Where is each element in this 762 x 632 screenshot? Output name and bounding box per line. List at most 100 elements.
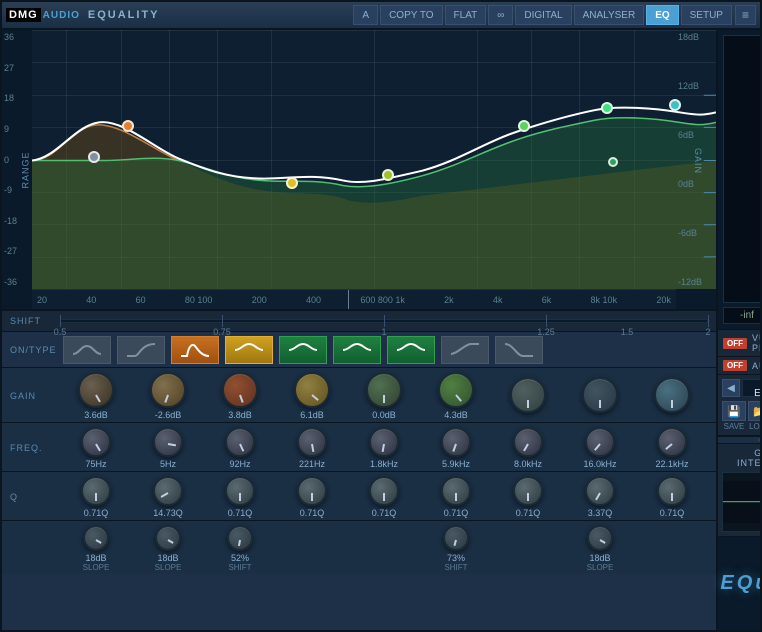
freq-knob-5[interactable] bbox=[369, 427, 399, 457]
gain-knob-2[interactable] bbox=[150, 372, 186, 408]
gain-q-display[interactable] bbox=[722, 472, 760, 532]
freq-knob-4[interactable] bbox=[297, 427, 327, 457]
gain-knob-9[interactable] bbox=[654, 377, 690, 413]
q-knob-group-7: 0.71Q bbox=[492, 476, 564, 518]
btn-a[interactable]: A bbox=[353, 5, 378, 25]
band-btn-6[interactable] bbox=[333, 336, 381, 364]
gain-knob-7[interactable] bbox=[510, 377, 546, 413]
band-btn-7[interactable] bbox=[387, 336, 435, 364]
q-knob-group-8: 3.37Q bbox=[564, 476, 636, 518]
q-knob-6[interactable] bbox=[441, 476, 471, 506]
freq-2k: 2k bbox=[444, 295, 454, 305]
slope-value-3: 52% bbox=[231, 553, 249, 563]
freq-value-1: 75Hz bbox=[85, 459, 106, 469]
band-btn-1[interactable] bbox=[63, 336, 111, 364]
q-knob-8[interactable] bbox=[585, 476, 615, 506]
band-btn-4[interactable] bbox=[225, 336, 273, 364]
vu-row-5: +5 bbox=[728, 86, 760, 95]
on-type-row: ON/TYPE bbox=[2, 332, 716, 368]
gain-knob-group-4: 6.1dB bbox=[276, 372, 348, 420]
resize-handle[interactable] bbox=[718, 436, 760, 444]
load-button[interactable]: 📂 LOAD bbox=[748, 401, 760, 431]
btn-eq[interactable]: EQ bbox=[646, 5, 678, 25]
btn-analyser[interactable]: ANALYSER bbox=[574, 5, 645, 25]
band-btn-5[interactable] bbox=[279, 336, 327, 364]
freq-knob-7[interactable] bbox=[513, 427, 543, 457]
q-value-4: 0.71Q bbox=[300, 508, 325, 518]
gain-knob-group-5: 0.0dB bbox=[348, 372, 420, 420]
shift-tick-2: 1 bbox=[381, 327, 386, 337]
gain-knob-3[interactable] bbox=[222, 372, 258, 408]
q-knob-7[interactable] bbox=[513, 476, 543, 506]
band-btn-8[interactable] bbox=[441, 336, 489, 364]
btn-link[interactable]: ∞ bbox=[488, 5, 513, 25]
q-knob-2[interactable] bbox=[153, 476, 183, 506]
eq-handle-4[interactable] bbox=[382, 169, 394, 181]
gain-knob-6[interactable] bbox=[438, 372, 474, 408]
main-content: 36 27 18 9 0 -9 -18 -27 -36 RANGE bbox=[2, 30, 760, 630]
gain-knob-4[interactable] bbox=[294, 372, 330, 408]
auto-listen-badge: OFF bbox=[723, 360, 747, 371]
freq-knob-8[interactable] bbox=[585, 427, 615, 457]
q-knob-4[interactable] bbox=[297, 476, 327, 506]
slope-knob-2[interactable] bbox=[155, 525, 181, 551]
vu-meter-pre-row[interactable]: OFF VU METER PRE bbox=[718, 330, 760, 357]
q-knob-1[interactable] bbox=[81, 476, 111, 506]
btn-flat[interactable]: FLAT bbox=[445, 5, 487, 25]
vu-row-22: -inf bbox=[728, 291, 760, 300]
band-btn-3[interactable] bbox=[171, 336, 219, 364]
freq-4k: 4k bbox=[493, 295, 503, 305]
preset-prev-button[interactable]: ◀ bbox=[722, 379, 740, 397]
vu-row-6: +3 bbox=[728, 98, 760, 107]
q-knob-5[interactable] bbox=[369, 476, 399, 506]
scale-0: 0 bbox=[4, 155, 30, 165]
band-icon-5 bbox=[287, 340, 319, 360]
save-icon: 💾 bbox=[722, 401, 746, 421]
auto-listen-row[interactable]: OFF AUTO-LISTEN bbox=[718, 357, 760, 375]
freq-knob-3[interactable] bbox=[225, 427, 255, 457]
slope-value-9: 18dB bbox=[589, 553, 610, 563]
freq-knob-9[interactable] bbox=[657, 427, 687, 457]
gain-q-label: GAIN/Q INTERACTION bbox=[722, 448, 760, 468]
gain-knob-5[interactable] bbox=[366, 372, 402, 408]
slope-knob-1[interactable] bbox=[83, 525, 109, 551]
q-knob-9[interactable] bbox=[657, 476, 687, 506]
gain-knob-1[interactable] bbox=[78, 372, 114, 408]
q-value-2: 14.73Q bbox=[153, 508, 183, 518]
eq-handle-3[interactable] bbox=[286, 177, 298, 189]
freq-value-3: 92Hz bbox=[229, 459, 250, 469]
btn-copy-to[interactable]: COPY TO bbox=[380, 5, 442, 25]
gain-knob-8[interactable] bbox=[582, 377, 618, 413]
freq-knob-group-9: 22.1kHz bbox=[636, 427, 708, 469]
btn-setup[interactable]: SETUP bbox=[681, 5, 732, 25]
freq-knob-6[interactable] bbox=[441, 427, 471, 457]
save-button[interactable]: 💾 SAVE bbox=[722, 401, 746, 431]
slope-knob-3[interactable] bbox=[227, 525, 253, 551]
eq-display[interactable]: 36 27 18 9 0 -9 -18 -27 -36 RANGE bbox=[2, 30, 716, 310]
band-btn-2[interactable] bbox=[117, 336, 165, 364]
eq-display-inner[interactable] bbox=[32, 30, 716, 289]
freq-value-8: 16.0kHz bbox=[583, 459, 616, 469]
eq-handle-8[interactable] bbox=[608, 157, 618, 167]
slope-label-2: SLOPE bbox=[155, 563, 182, 572]
eq-handle-2[interactable] bbox=[122, 120, 134, 132]
shift-row: SHIFT 0.5 0.75 1 1.25 1.5 2 bbox=[2, 310, 716, 332]
shift-slider[interactable]: 0.5 0.75 1 1.25 1.5 2 bbox=[60, 319, 708, 323]
vu-meter-pre-label: VU METER PRE bbox=[752, 333, 760, 353]
eq-handle-6[interactable] bbox=[601, 102, 613, 114]
freq-knob-1[interactable] bbox=[81, 427, 111, 457]
slope-knob-7[interactable] bbox=[443, 525, 469, 551]
vu-row-17: -45 bbox=[728, 231, 760, 240]
btn-digital[interactable]: DIGITAL bbox=[515, 5, 571, 25]
eq-handle-5[interactable] bbox=[518, 120, 530, 132]
q-knob-group-5: 0.71Q bbox=[348, 476, 420, 518]
freq-knob-2[interactable] bbox=[153, 427, 183, 457]
band-btn-9[interactable] bbox=[495, 336, 543, 364]
scale-9: 9 bbox=[4, 124, 30, 134]
freq-row: FREQ. 75Hz 5Hz 92Hz bbox=[2, 423, 716, 472]
q-knob-3[interactable] bbox=[225, 476, 255, 506]
menu-button[interactable]: ≡ bbox=[735, 5, 756, 25]
freq-8k: 8k 10k bbox=[591, 295, 618, 305]
slope-knob-9[interactable] bbox=[587, 525, 613, 551]
eq-handle-1[interactable] bbox=[88, 151, 100, 163]
